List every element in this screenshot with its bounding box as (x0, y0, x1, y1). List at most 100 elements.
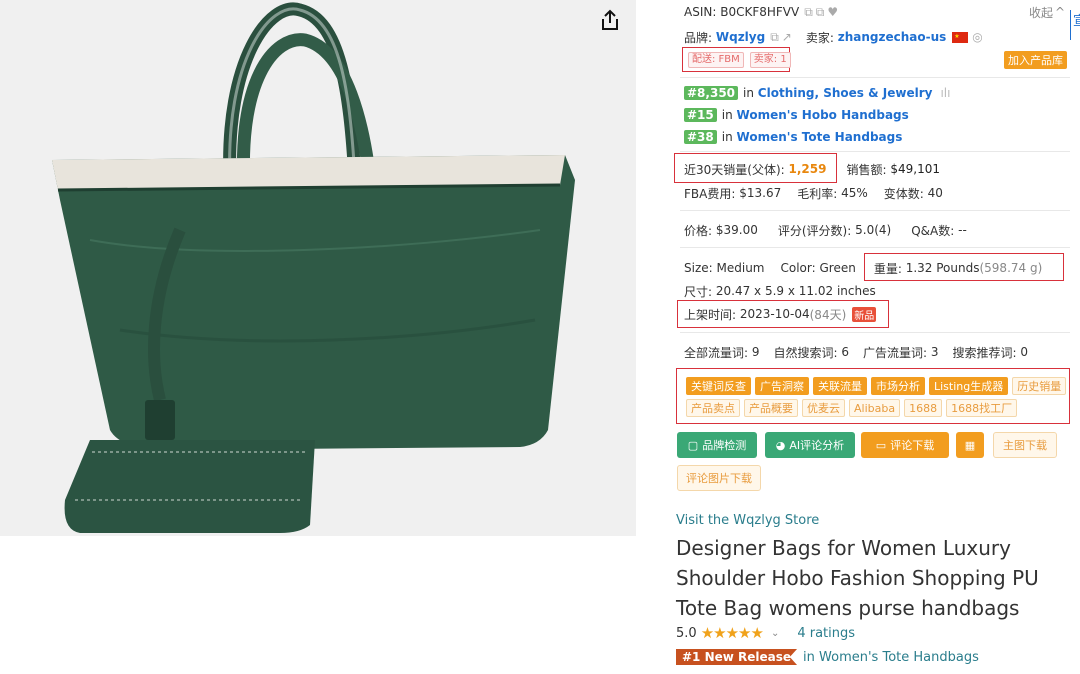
rank-badge: #8,350 (684, 86, 739, 100)
size-label: Size: (684, 261, 713, 275)
fba-label: FBA费用: (684, 186, 736, 201)
edge-link-fragment[interactable]: 宣 (1070, 10, 1080, 40)
new-tag: 新品 (852, 306, 877, 322)
listed-value: 2023-10-04 (739, 307, 810, 321)
rank-category-link[interactable]: Clothing, Shoes & Jewelry (758, 86, 933, 100)
size-value: Medium (716, 261, 765, 275)
chevron-down-icon[interactable]: ⌄ (771, 628, 779, 639)
in-text: in (721, 108, 733, 122)
share-icon[interactable] (596, 6, 624, 34)
ratings-count-link[interactable]: 4 ratings (797, 626, 855, 641)
location-icon[interactable]: ◎ (972, 30, 982, 44)
new-release-badge[interactable]: #1 New Release (676, 649, 798, 665)
variants-label: 变体数: (883, 186, 924, 201)
copy-icon[interactable]: ⧉ (770, 30, 779, 45)
variants-value: 40 (927, 186, 943, 200)
weight-grams: (598.74 g) (979, 261, 1043, 275)
comment-icon: ▭ (875, 438, 887, 452)
qa-label: Q&A数: (911, 223, 955, 238)
tag-related-traffic[interactable]: 关联流量 (813, 377, 867, 395)
stars-icon[interactable]: ★★★★★ (701, 624, 764, 642)
bar-chart-icon[interactable]: ılı (940, 86, 950, 100)
kw-rec-label: 搜索推荐词: (952, 345, 1017, 360)
fba-row: FBA费用: $13.67 毛利率: 45% 变体数: 40 (684, 185, 943, 201)
size-row: Size: Medium Color: Green 重量: 1.32 Pound… (684, 260, 1042, 276)
tag-listing-generator[interactable]: Listing生成器 (929, 377, 1009, 395)
dims-row: 尺寸: 20.47 x 5.9 x 11.02 inches (684, 283, 876, 299)
sales30-label: 近30天销量(父体): (684, 162, 785, 177)
external-link-icon[interactable]: ↗ (782, 30, 792, 44)
seller-link[interactable]: zhangzechao-us (838, 30, 947, 44)
review-download-label: 评论下载 (890, 439, 935, 452)
brand-link[interactable]: Wqzlyg (716, 30, 765, 44)
ai-review-label: AI评论分析 (789, 439, 845, 452)
brand-check-button[interactable]: ▢ 品牌检测 (677, 432, 757, 458)
margin-value: 45% (841, 186, 868, 200)
price-value: $39.00 (715, 223, 758, 237)
pie-chart-icon: ◕ (775, 438, 786, 452)
rank-category-link[interactable]: Women's Hobo Handbags (737, 108, 909, 122)
qa-value: -- (958, 223, 967, 237)
copy-icon[interactable]: ⧉ (804, 5, 813, 20)
revenue-label: 销售额: (846, 162, 887, 177)
tag-1688-factory[interactable]: 1688找工厂 (946, 399, 1018, 417)
copy-icon[interactable]: ⧉ (816, 5, 825, 20)
kw-organic-value: 6 (841, 345, 850, 359)
chevron-up-icon: ^ (1055, 5, 1066, 19)
main-image-download-label: 主图下载 (1003, 439, 1047, 452)
rank-category-link[interactable]: Women's Tote Handbags (737, 130, 903, 144)
kw-ad-value: 3 (930, 345, 939, 359)
color-value: Green (819, 261, 856, 275)
color-label: Color: (780, 261, 816, 275)
kw-ad-label: 广告流量词: (863, 345, 928, 360)
calculator-button[interactable]: ▦ (956, 432, 984, 458)
in-text: in (743, 86, 754, 100)
review-download-button[interactable]: ▭ 评论下载 (861, 432, 949, 458)
tag-selling-points[interactable]: 产品卖点 (686, 399, 740, 417)
tag-market-analysis[interactable]: 市场分析 (871, 377, 925, 395)
in-text: in (721, 130, 733, 144)
tag-1688[interactable]: 1688 (904, 399, 943, 417)
rank-badge: #15 (684, 108, 717, 122)
square-icon: ▢ (687, 438, 699, 452)
brand-check-label: 品牌检测 (702, 439, 747, 452)
weight-label: 重量: (873, 261, 902, 276)
listed-days: (84天) (809, 307, 847, 322)
delivery-row: 配送: FBM 卖家: 1 (688, 52, 791, 68)
rank-row: #15 in Women's Hobo Handbags (684, 107, 909, 123)
tag-youmaiyun[interactable]: 优麦云 (802, 399, 845, 417)
asin-row: ASIN: B0CKF8HFVV ⧉ ⧉ ♥ (684, 4, 838, 20)
tag-alibaba[interactable]: Alibaba (849, 399, 901, 417)
price-label: 价格: (684, 223, 713, 238)
brand-row: 品牌: Wqzlyg ⧉ ↗ 卖家: zhangzechao-us ★ ◎ (684, 29, 983, 45)
collapse-toggle[interactable]: 收起 ^ (1029, 4, 1065, 20)
weight-value: 1.32 Pounds (905, 261, 980, 275)
listed-label: 上架时间: (684, 307, 737, 322)
store-link[interactable]: Visit the Wqzlyg Store (676, 513, 819, 528)
rating-row: 5.0 ★★★★★ ⌄ 4 ratings (676, 624, 855, 642)
ai-review-button[interactable]: ◕ AI评论分析 (765, 432, 855, 458)
tag-ad-insight[interactable]: 广告洞察 (755, 377, 809, 395)
main-image-download-button[interactable]: 主图下载 (993, 432, 1057, 458)
margin-label: 毛利率: (797, 186, 838, 201)
asin-value[interactable]: B0CKF8HFVV (720, 5, 799, 19)
keywords-row: 全部流量词: 9 自然搜索词: 6 广告流量词: 3 搜索推荐词: 0 (684, 344, 1028, 360)
review-image-download-button[interactable]: 评论图片下载 (677, 465, 761, 491)
add-library-button[interactable]: 加入产品库 (1004, 51, 1067, 69)
china-flag-icon: ★ (952, 31, 969, 43)
tag-history-sales[interactable]: 历史销量 (1012, 377, 1067, 395)
sales30-value: 1,259 (788, 162, 827, 176)
badge-category-link[interactable]: in Women's Tote Handbags (803, 650, 979, 665)
rank-row: #8,350 in Clothing, Shoes & Jewelry ılı (684, 85, 950, 101)
rank-row: #38 in Women's Tote Handbags (684, 129, 902, 145)
heart-icon[interactable]: ♥ (827, 5, 838, 19)
tag-product-summary[interactable]: 产品概要 (744, 399, 798, 417)
tag-keyword-reverse[interactable]: 关键词反查 (686, 377, 751, 395)
kw-organic-label: 自然搜索词: (773, 345, 838, 360)
rating-label: 评分(评分数): (777, 223, 852, 238)
review-image-download-label: 评论图片下载 (686, 472, 752, 485)
revenue-value: $49,101 (890, 162, 940, 176)
product-image[interactable] (0, 0, 636, 536)
tool-tags-row-1: 关键词反查 广告洞察 关联流量 市场分析 Listing生成器 历史销量 (686, 377, 1070, 395)
calculator-icon: ▦ (964, 438, 976, 452)
